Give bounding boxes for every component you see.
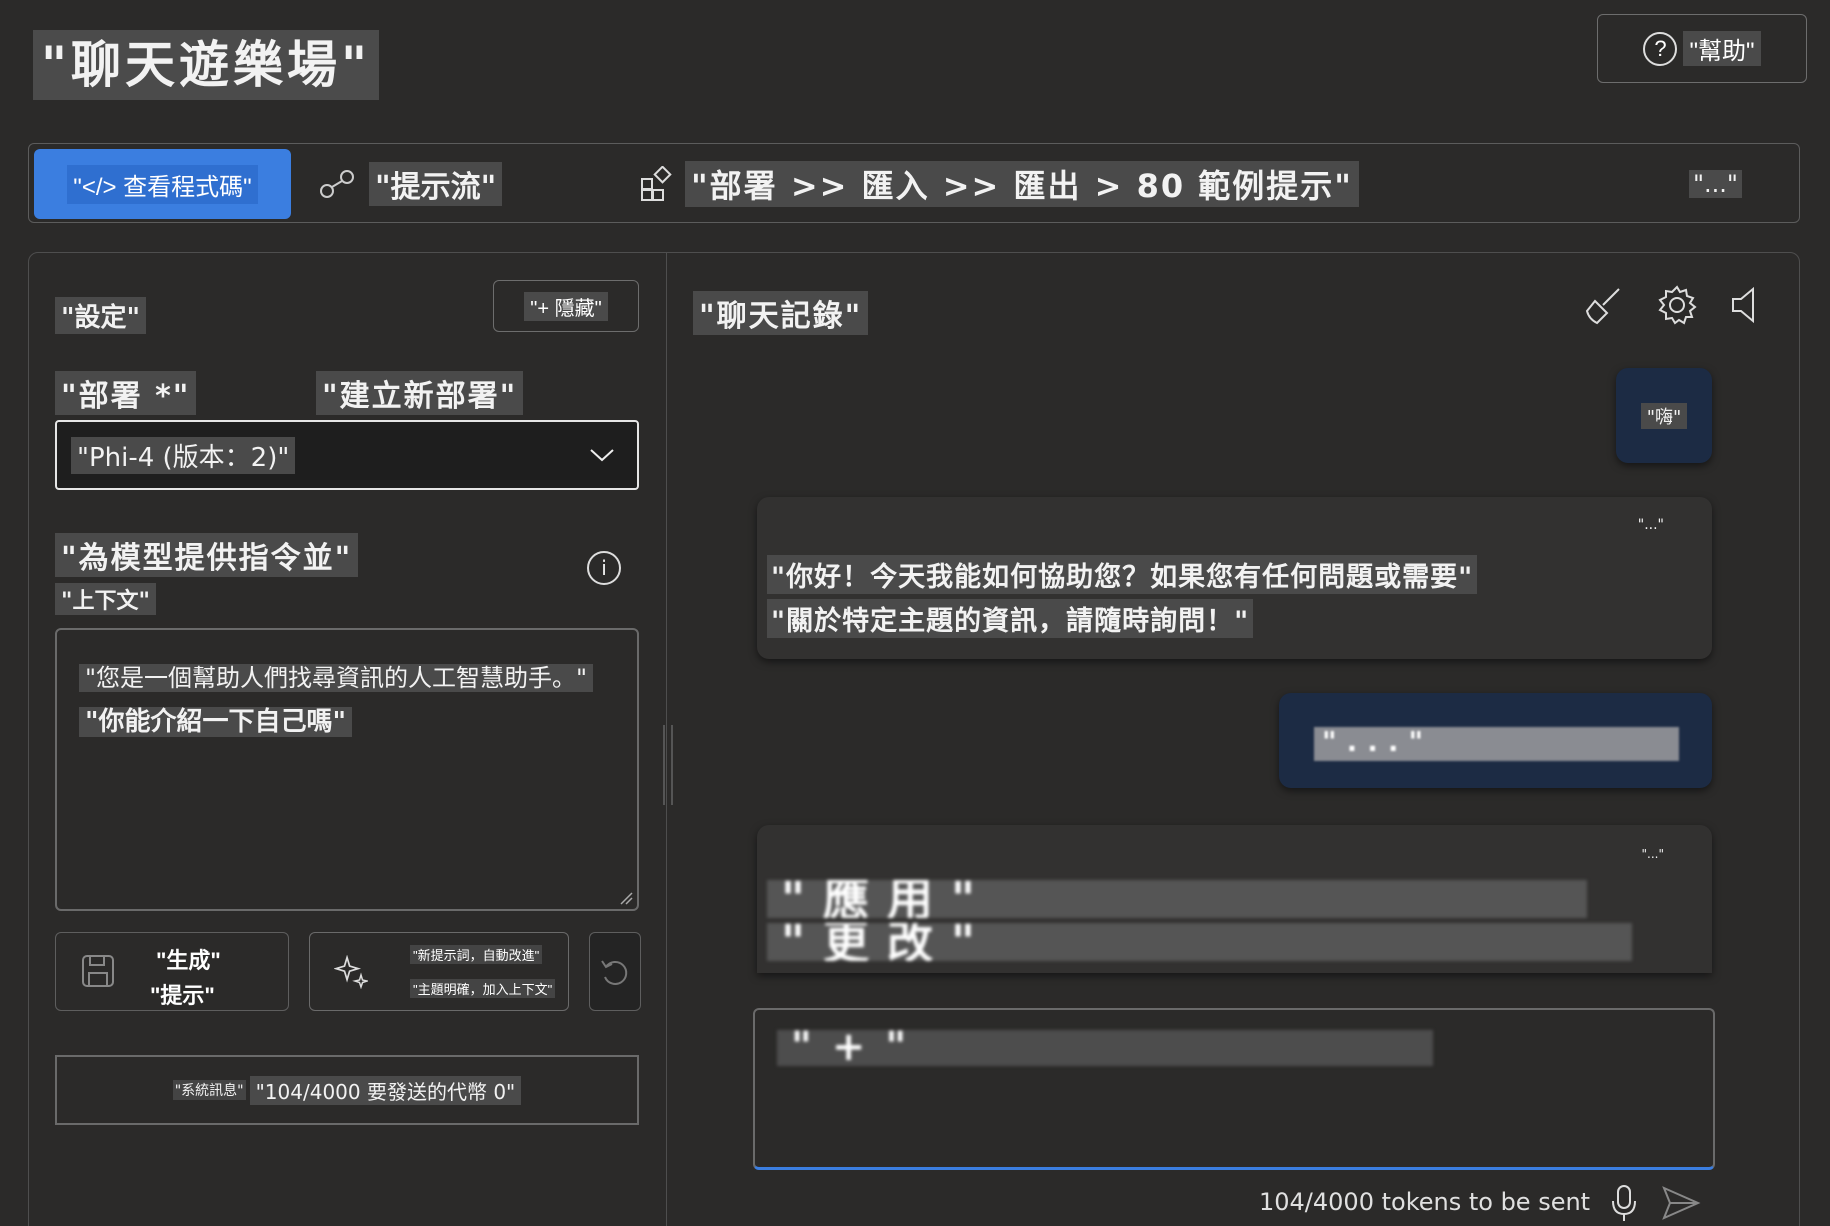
sparkle-icon [334,955,368,989]
help-button[interactable]: ? "幫助" [1597,14,1807,83]
message-more-button[interactable]: "..." [1638,517,1664,533]
generate-line2: "提示" [150,983,215,1008]
user-message-text: "嗨" [1640,402,1688,429]
chat-input[interactable]: "+" [753,1008,1715,1170]
generate-line1: "生成" [156,948,221,973]
deployment-dropdown[interactable]: "Phi-4 (版本：2)" [55,420,639,490]
broom-icon[interactable] [1581,283,1625,327]
help-label: "幫助" [1683,31,1761,66]
assistant-message-line2: "關於特定主題的資訊，請隨時詢問！" [767,599,1254,638]
send-icon[interactable] [1661,1185,1701,1221]
assistant-message-line1: "應用" [767,880,1587,918]
chat-input-value: "+" [777,1030,1433,1066]
microphone-icon[interactable] [1609,1183,1639,1223]
improve-line1: "新提示詞，自動改進" [410,945,543,964]
deploy-menu-button[interactable]: "部署 >> 匯入 >> 匯出 > 80 範例提示" [639,156,1359,212]
reset-button[interactable] [589,932,641,1011]
context-label: "上下文" [55,583,156,615]
system-message-line1: "您是一個幫助人們找尋資訊的人工智慧助手。" [79,664,594,692]
system-token-count: "系統訊息" "104/4000 要發送的代幣 0" [55,1055,639,1125]
user-message: "..." [1279,693,1712,788]
assistant-message-line1: "你好！今天我能如何協助您？如果您有任何問題或需要" [767,555,1478,594]
chevron-down-icon [590,449,614,462]
prompt-flow-label: "提示流" [369,162,503,206]
message-more-button[interactable]: "..." [1642,847,1664,861]
settings-pane: "設定" "+ 隱藏" "部署 *" "建立新部署" "Phi-4 (版本：2)… [29,253,667,1226]
info-icon[interactable]: i [587,551,621,585]
assistant-message-line2: "更改" [767,923,1632,961]
deploy-label: "部署 >> 匯入 >> 匯出 > 80 範例提示" [685,161,1359,207]
user-message-text: "..." [1314,727,1679,761]
apps-add-icon [641,166,672,201]
prompt-flow-button[interactable]: "提示流" [319,156,503,212]
chat-token-count: 104/4000 tokens to be sent [1259,1188,1591,1216]
save-icon [82,955,114,987]
question-circle-icon: ? [1643,31,1678,66]
token-prefix: "系統訊息" [172,1080,246,1100]
instructions-label: "為模型提供指令並" [55,533,359,577]
create-new-deployment-link[interactable]: "建立新部署" [316,371,524,415]
assistant-message: "..." "你好！今天我能如何協助您？如果您有任何問題或需要" "關於特定主題… [757,497,1712,659]
flow-icon [320,170,354,198]
assistant-message: "..." "應用" "更改" [757,825,1712,973]
hide-settings-button[interactable]: "+ 隱藏" [493,280,639,332]
page-title: "聊天遊樂場" [33,30,380,100]
pane-splitter[interactable] [663,725,673,805]
improve-line2: "主題明確，加入上下文" [410,979,556,998]
token-count-text: "104/4000 要發送的代幣 0" [249,1075,522,1105]
view-code-label: "</> 查看程式碼" [67,164,258,204]
main-panel: "設定" "+ 隱藏" "部署 *" "建立新部署" "Phi-4 (版本：2)… [28,252,1800,1226]
resize-grip-icon[interactable] [619,891,633,905]
generate-prompt-button[interactable]: "生成" "提示" [55,932,289,1011]
deployment-value: "Phi-4 (版本：2)" [71,436,296,474]
view-code-button[interactable]: "</> 查看程式碼" [34,149,291,219]
system-message-textarea[interactable]: "您是一個幫助人們找尋資訊的人工智慧助手。" "你能介紹一下自己嗎" [55,628,639,911]
undo-icon [601,959,628,985]
more-button[interactable]: "..." [1689,170,1742,198]
deployment-label: "部署 *" [55,371,197,415]
improve-prompt-button[interactable]: "新提示詞，自動改進" "主題明確，加入上下文" [309,932,569,1011]
settings-title: "設定" [55,297,147,334]
gear-icon[interactable] [1655,283,1699,327]
toolbar: "</> 查看程式碼" "提示流" "部署 >> 匯入 >> 匯出 > 80 範… [28,143,1800,223]
user-message: "嗨" [1616,368,1712,463]
system-message-line2: "你能介紹一下自己嗎" [79,707,353,737]
hide-label: "+ 隱藏" [524,291,608,321]
speaker-icon[interactable] [1727,283,1767,327]
chat-history-title: "聊天記錄" [693,291,869,335]
